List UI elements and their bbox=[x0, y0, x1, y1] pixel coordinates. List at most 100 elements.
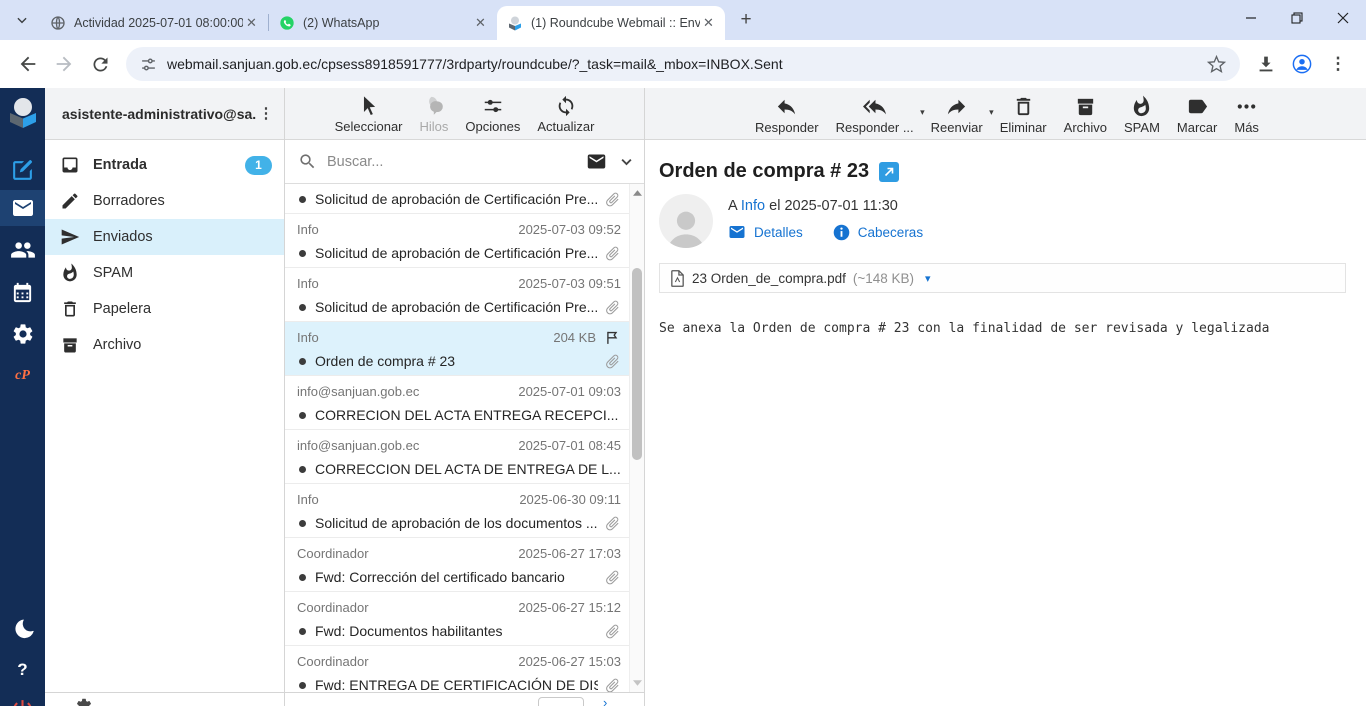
unread-dot-icon bbox=[299, 196, 306, 203]
minimize-button[interactable] bbox=[1228, 0, 1274, 36]
compose-icon[interactable] bbox=[0, 152, 45, 188]
omnibox[interactable]: webmail.sanjuan.gob.ec/cpsess8918591777/… bbox=[126, 47, 1240, 81]
tab-roundcube-active[interactable]: (1) Roundcube Webmail :: Envia ✕ bbox=[497, 6, 725, 40]
scrollbar-thumb[interactable] bbox=[632, 268, 642, 460]
dark-mode-moon-icon[interactable] bbox=[0, 610, 45, 646]
calendar-icon[interactable] bbox=[0, 274, 45, 310]
message-list-row[interactable]: Coordinador 2025-06-27 17:03 Fwd: Correc… bbox=[285, 538, 629, 592]
site-info-icon[interactable] bbox=[140, 56, 157, 73]
folder-label: Borradores bbox=[93, 193, 165, 209]
folder-borradores[interactable]: Borradores bbox=[45, 183, 284, 219]
archive-button[interactable]: Archivo bbox=[1064, 95, 1107, 139]
forward-icon[interactable] bbox=[50, 50, 78, 78]
new-tab-button[interactable]: + bbox=[733, 7, 759, 33]
contacts-icon[interactable] bbox=[0, 232, 45, 268]
download-icon[interactable] bbox=[1252, 50, 1280, 78]
more-button[interactable]: Más bbox=[1234, 95, 1259, 139]
folder-papelera[interactable]: Papelera bbox=[45, 291, 284, 327]
unread-dot-icon bbox=[299, 412, 306, 419]
folder-options-kebab-icon[interactable]: ⋮ bbox=[256, 106, 276, 121]
next-page-icon[interactable]: › bbox=[603, 695, 607, 706]
folder-entrada[interactable]: Entrada 1 bbox=[45, 147, 284, 183]
forward-button[interactable]: Reenviar ▾ bbox=[931, 95, 983, 139]
scroll-up-icon[interactable] bbox=[630, 186, 645, 200]
folder-list: Entrada 1 Borradores Enviados SPAM bbox=[45, 140, 284, 363]
folder-label: Papelera bbox=[93, 301, 151, 317]
close-window-button[interactable] bbox=[1320, 0, 1366, 36]
message-date: 2025-07-03 09:52 bbox=[518, 222, 621, 237]
tab-actividad[interactable]: Actividad 2025-07-01 08:00:00 ✕ bbox=[40, 6, 268, 40]
open-in-new-window-icon[interactable] bbox=[879, 162, 899, 182]
close-icon[interactable]: ✕ bbox=[700, 15, 717, 32]
message-list-row[interactable]: Solicitud de aprobación de Certificación… bbox=[285, 184, 629, 214]
folder-spam[interactable]: SPAM bbox=[45, 255, 284, 291]
attachment-name[interactable]: 23 Orden_de_compra.pdf bbox=[692, 271, 846, 286]
reply-all-caret-icon[interactable]: ▾ bbox=[920, 107, 925, 118]
tab-title: (1) Roundcube Webmail :: Envia bbox=[531, 16, 700, 30]
message-sender: Coordinador bbox=[297, 546, 518, 561]
restore-button[interactable] bbox=[1274, 0, 1320, 36]
message-date: 2025-06-27 15:03 bbox=[518, 654, 621, 669]
details-envelope-icon bbox=[728, 223, 746, 241]
search-input[interactable]: Buscar... bbox=[327, 154, 383, 170]
message-list-row[interactable]: Info 204 KB Orden de compra # 23 bbox=[285, 322, 629, 376]
folder-label: Entrada bbox=[93, 157, 147, 173]
refresh-button[interactable]: Actualizar bbox=[537, 95, 594, 139]
message-list-row[interactable]: Coordinador 2025-06-27 15:03 Fwd: ENTREG… bbox=[285, 646, 629, 692]
refresh-icon bbox=[555, 95, 577, 117]
recipient-link[interactable]: Info bbox=[741, 198, 765, 214]
message-list-row[interactable]: Info 2025-06-30 09:11 Solicitud de aprob… bbox=[285, 484, 629, 538]
message-sender: Info bbox=[297, 330, 553, 345]
options-button[interactable]: Opciones bbox=[465, 95, 520, 139]
attachment-icon bbox=[600, 511, 624, 535]
bookmark-star-icon[interactable] bbox=[1207, 55, 1226, 74]
message-subject: Orden de compra # 23 bbox=[659, 160, 869, 183]
message-list-row[interactable]: Info 2025-07-03 09:51 Solicitud de aprob… bbox=[285, 268, 629, 322]
threads-button[interactable]: Hilos bbox=[420, 95, 449, 139]
message-list-row[interactable]: info@sanjuan.gob.ec 2025-07-01 08:45 COR… bbox=[285, 430, 629, 484]
select-button[interactable]: Seleccionar bbox=[335, 95, 403, 139]
message-list-row[interactable]: Coordinador 2025-06-27 15:12 Fwd: Docume… bbox=[285, 592, 629, 646]
page-number-input[interactable] bbox=[538, 697, 584, 706]
reply-icon bbox=[775, 95, 798, 118]
tab-whatsapp[interactable]: (2) WhatsApp ✕ bbox=[269, 6, 497, 40]
details-link[interactable]: Detalles bbox=[754, 225, 803, 240]
message-sender: Coordinador bbox=[297, 600, 518, 615]
search-bar[interactable]: Buscar... bbox=[285, 140, 644, 184]
tab-search-chevron-icon[interactable] bbox=[10, 8, 34, 32]
folder-enviados[interactable]: Enviados bbox=[45, 219, 284, 255]
attachment-menu-caret-icon[interactable]: ▾ bbox=[925, 272, 931, 285]
cpanel-icon[interactable]: cP bbox=[0, 358, 45, 394]
logout-power-icon[interactable] bbox=[0, 691, 45, 706]
url-text[interactable]: webmail.sanjuan.gob.ec/cpsess8918591777/… bbox=[167, 56, 1207, 72]
back-icon[interactable] bbox=[14, 50, 42, 78]
unread-dot-icon bbox=[299, 520, 306, 527]
forward-caret-icon[interactable]: ▾ bbox=[989, 107, 994, 118]
close-icon[interactable]: ✕ bbox=[472, 15, 489, 32]
folder-archivo[interactable]: Archivo bbox=[45, 327, 284, 363]
message-list-row[interactable]: Info 2025-07-03 09:52 Solicitud de aprob… bbox=[285, 214, 629, 268]
mail-icon[interactable] bbox=[0, 190, 45, 226]
profile-avatar-icon[interactable] bbox=[1288, 50, 1316, 78]
headers-link[interactable]: Cabeceras bbox=[858, 225, 923, 240]
help-icon[interactable]: ? bbox=[0, 652, 45, 688]
reply-all-button[interactable]: Responder ... ▾ bbox=[836, 95, 914, 139]
chrome-menu-icon[interactable]: ⋮ bbox=[1324, 50, 1352, 78]
delete-button[interactable]: Eliminar bbox=[1000, 95, 1047, 139]
scroll-down-icon[interactable] bbox=[630, 676, 645, 690]
reload-icon[interactable] bbox=[86, 50, 114, 78]
list-scrollbar[interactable] bbox=[629, 184, 644, 692]
tab-title: (2) WhatsApp bbox=[303, 16, 472, 30]
attachment-icon bbox=[600, 295, 624, 319]
reply-button[interactable]: Responder bbox=[755, 95, 819, 139]
search-options-chevron-icon[interactable] bbox=[619, 154, 634, 169]
settings-gear-icon[interactable] bbox=[0, 316, 45, 352]
attachment-bar[interactable]: 23 Orden_de_compra.pdf (~148 KB) ▾ bbox=[659, 263, 1346, 293]
folder-settings-gear-icon[interactable] bbox=[75, 697, 93, 706]
close-icon[interactable]: ✕ bbox=[243, 15, 260, 32]
folder-label: Archivo bbox=[93, 337, 141, 353]
mark-button[interactable]: Marcar bbox=[1177, 95, 1217, 139]
message-list-row[interactable]: info@sanjuan.gob.ec 2025-07-01 09:03 COR… bbox=[285, 376, 629, 430]
spam-button[interactable]: SPAM bbox=[1124, 95, 1160, 139]
search-scope-envelope-icon[interactable] bbox=[586, 151, 607, 172]
